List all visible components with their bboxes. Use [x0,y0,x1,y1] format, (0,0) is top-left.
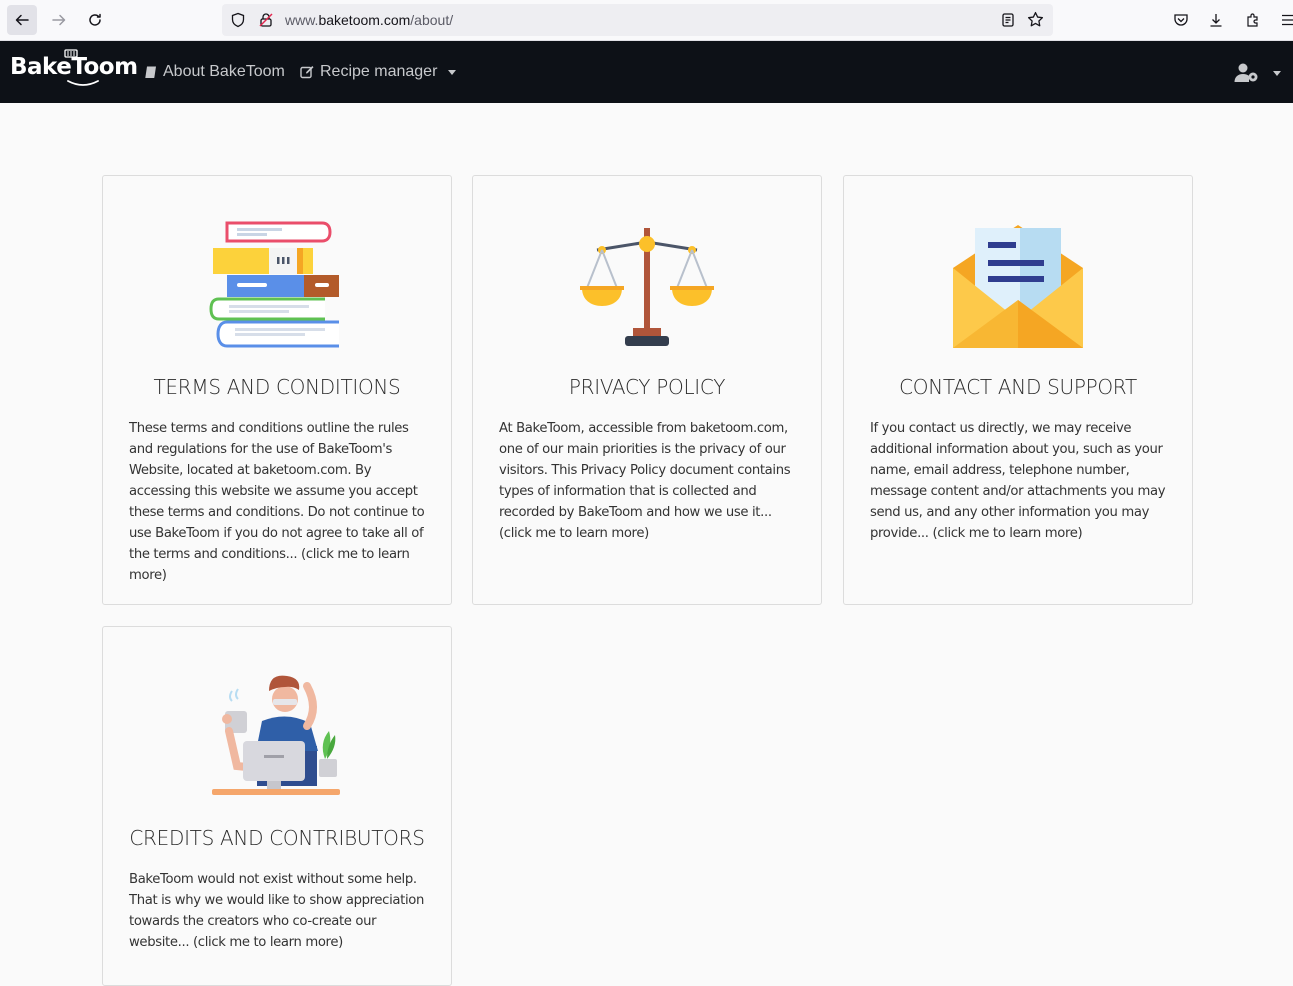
pocket-icon[interactable] [1173,12,1189,28]
credits-card[interactable]: CREDITS AND CONTRIBUTORS BakeToom would … [102,626,452,986]
card-text: At BakeToom, accessible from baketoom.co… [499,421,791,541]
terms-card[interactable]: TERMS AND CONDITIONS These terms and con… [102,175,452,605]
address-bar[interactable]: www.baketoom.com/about/ [222,4,1053,36]
book-icon [145,66,156,78]
brand-logo[interactable]: BakeToom [10,49,138,86]
smile-underline-icon [67,80,99,86]
bookmark-star-icon[interactable] [1027,11,1044,28]
books-icon [209,221,339,348]
card-title: CREDITS AND CONTRIBUTORS [129,826,425,850]
nav-about-link[interactable]: About BakeToom [144,63,285,81]
reload-button[interactable] [80,5,110,35]
arrow-right-icon [52,14,66,26]
download-icon[interactable] [1208,12,1224,28]
card-title: PRIVACY POLICY [568,375,726,399]
card-text: These terms and conditions outline the r… [129,421,425,583]
url-text[interactable]: www.baketoom.com/about/ [285,12,453,28]
privacy-card[interactable]: PRIVACY POLICY At BakeToom, accessible f… [472,175,822,605]
reader-view-icon[interactable] [1000,12,1016,28]
extensions-icon[interactable] [1245,12,1261,28]
back-button[interactable] [7,5,37,35]
chevron-down-icon [1273,70,1281,76]
developer-icon [212,675,340,795]
envelope-icon [953,225,1083,348]
chevron-down-icon [448,69,457,75]
nav-recipe-manager-dropdown[interactable]: Recipe manager [300,63,457,81]
site-navbar: BakeToom About BakeToom Recipe manager [0,41,1293,103]
contact-card[interactable]: CONTACT AND SUPPORT If you contact us di… [843,175,1193,605]
user-cog-icon [1234,63,1258,82]
arrow-left-icon [15,14,29,26]
user-settings-dropdown[interactable] [1234,63,1281,83]
chef-hat-icon [64,49,78,58]
menu-icon[interactable] [1280,12,1293,28]
edit-icon [300,66,314,79]
card-text: BakeToom would not exist without some he… [129,872,424,950]
insecure-lock-icon[interactable] [258,12,274,28]
reload-icon [89,13,101,26]
card-text: If you contact us directly, we may recei… [870,421,1166,541]
shield-icon[interactable] [230,12,246,28]
card-title: CONTACT AND SUPPORT [899,375,1137,399]
forward-button[interactable] [44,5,74,35]
card-title: TERMS AND CONDITIONS [153,375,401,399]
scales-icon [580,228,714,346]
browser-toolbar: www.baketoom.com/about/ [0,0,1293,41]
